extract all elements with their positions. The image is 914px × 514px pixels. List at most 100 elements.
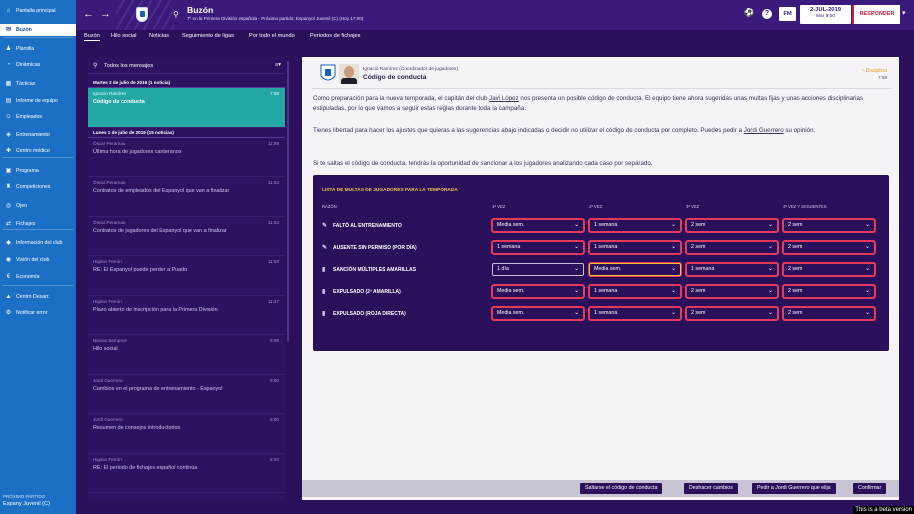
fine-value: 1 semana [594,222,618,228]
fine-dropdown[interactable]: 2 sem ⌄ [783,219,875,232]
search-icon[interactable]: ⚲ [93,62,97,69]
sidebar-item-competitions[interactable]: ♜ Competiciones [0,181,76,193]
chevron-down-icon: ⌄ [573,244,579,250]
fine-dropdown[interactable]: 1 semana ⌄ [589,285,681,298]
skip-code-button[interactable]: Saltarse el código de conducta [580,483,663,494]
fine-value: 2 sem [788,266,803,272]
fm-menu-button[interactable]: FM [779,7,796,21]
fine-dropdown[interactable]: 1 semana ⌄ [686,263,778,276]
sidebar-item-inbox[interactable]: ✉ Buzón [0,24,76,36]
tab-inbox[interactable]: Buzón [84,33,100,41]
list-item[interactable]: Óscar Perarnau Contratos de jugadores del… [88,217,285,256]
list-item-selected[interactable]: Ignacio Ramírez Código de conducta 7:59 [88,88,285,128]
message-title: Código de conducta [363,74,427,81]
message-content: Ignacio Ramírez (Coordinador de jugadore… [302,57,899,500]
fine-dropdown[interactable]: Media sem. ⌄ [589,263,681,276]
chevron-down-icon: ⌄ [573,266,579,272]
ask-assistant-button[interactable]: Pedir a Jordi Guerrero que elija [752,483,836,494]
fine-dropdown[interactable]: 1 semana ⌄ [492,241,584,254]
avatar[interactable] [339,64,359,84]
list-item[interactable]: Nieves Sempere Hilo social 9:06 [88,335,285,375]
sidebar-item-club-vision[interactable]: ◉ Visión del club [0,254,76,266]
development-icon: ▲ [5,293,12,300]
sidebar-item-finances[interactable]: € Economía [0,271,76,283]
sidebar-item-medical[interactable]: ✚ Centro médico [0,145,76,157]
filter-menu-icon[interactable]: ≡▾ [275,62,281,68]
fine-dropdown[interactable]: 2 sem ⌄ [686,219,778,232]
sidebar-item-dynamics[interactable]: ◔ Dinámicas [0,59,76,71]
respond-button[interactable]: RESPONDER [852,5,900,24]
sidebar-item-schedule[interactable]: ▣ Programa [0,165,76,177]
fine-dropdown[interactable]: 2 sem ⌄ [686,241,778,254]
sidebar-item-report[interactable]: ▤ Informe de equipo [0,95,76,107]
sidebar-item-home[interactable]: ⌂ Pantalla principal [0,5,76,17]
column-header: 2ª vez [589,204,603,209]
fine-dropdown[interactable]: 2 sem ⌄ [686,285,778,298]
message-time: 11:50 [267,259,279,264]
sidebar-divider [3,285,73,286]
sidebar-item-club-info[interactable]: ◆ Información del club [0,237,76,249]
chevron-down-icon: ⌄ [864,244,870,250]
player-link[interactable]: Javi López [489,95,519,102]
fine-dropdown[interactable]: 1 semana ⌄ [589,241,681,254]
message-subject: Contratos de empleados del Espanyol que … [93,188,230,194]
message-sender: Higinio Ferrón [93,456,122,462]
fine-dropdown[interactable]: Media sem. ⌄ [492,285,584,298]
list-item[interactable]: Jordi Guerrero Cambios en el programa de … [88,375,285,414]
fine-dropdown[interactable]: Media sem. ⌄ [492,307,584,320]
sidebar-item-training[interactable]: ◈ Entrenamiento [0,129,76,141]
fine-dropdown[interactable]: Media sem. ⌄ [492,219,584,232]
list-item[interactable]: Higinio Ferrón RE: El Espanyol puede perd… [88,256,285,296]
sidebar-item-development[interactable]: ▲ Centro Desarr. [0,291,76,303]
undo-changes-button[interactable]: Deshacer cambios [684,483,738,494]
list-item[interactable]: Óscar Perarnau Última hora de jugadores c… [88,138,285,177]
fine-dropdown[interactable]: 1 semana ⌄ [589,307,681,320]
sidebar-item-staff[interactable]: ☺ Empleados [0,111,76,123]
sidebar-item-tactics[interactable]: ▦ Tácticas [0,78,76,90]
fine-value: 2 sem [691,244,706,250]
forward-arrow-icon[interactable]: → [100,8,111,20]
beta-notice: This is a beta version [853,506,914,514]
sidebar-item-squad[interactable]: ♟ Plantilla [0,43,76,55]
list-item[interactable]: Jordi Guerrero Resumen de consejos introd… [88,414,285,454]
tab-transfer-windows[interactable]: Periodos de fichajes [310,33,360,39]
next-match-team[interactable]: Espany Juvenil (C) [3,501,50,507]
chevron-down-icon[interactable]: ▾ [902,9,906,17]
tab-league-tracking[interactable]: Seguimiento de ligas [182,33,234,39]
tab-bar: Buzón Hilo social Noticias Seguimiento d… [76,30,914,44]
list-item[interactable]: Higinio Ferrón RE: El periodo de fichajes… [88,454,285,493]
fine-value: 1 día [497,266,509,272]
help-icon[interactable]: ? [762,9,772,19]
message-subject: Resumen de consejos introductorios [93,425,181,431]
tab-world[interactable]: Por todo el mundo [249,33,295,39]
message-from[interactable]: Ignacio Ramírez (Coordinador de jugadore… [363,67,458,72]
message-filter-label[interactable]: Todos los mensajes [104,63,153,69]
fine-dropdown[interactable]: 2 sem ⌄ [783,285,875,298]
tab-social[interactable]: Hilo social [111,33,137,39]
zoom-icon[interactable]: ⚲ [173,10,179,19]
sidebar: ⌂ Pantalla principal ✉ Buzón ♟ Plantilla ◔ Diná… [0,0,76,514]
chevron-down-icon: ⌄ [767,266,773,272]
tab-news[interactable]: Noticias [149,33,169,39]
back-arrow-icon[interactable]: ← [83,8,94,20]
team-talk-icon[interactable]: ⚽ [744,8,754,17]
sidebar-item-scouting[interactable]: ◎ Ojeo [0,200,76,212]
list-item[interactable]: Higinio Ferrón Plazo abierto de inscripci… [88,296,285,335]
message-subject: RE: El periodo de fichajes español conti… [93,464,198,471]
fine-dropdown[interactable]: 1 semana ⌄ [589,219,681,232]
date-display[interactable]: 2-JUL-2019 Mar 8:00 [800,5,851,24]
competitions-icon: ♜ [5,183,12,190]
staff-link[interactable]: Jordi Guerrero [744,127,784,134]
message-sender: Jordi Guerrero [93,417,123,422]
fine-dropdown[interactable]: 2 sem ⌄ [783,241,875,254]
confirm-button[interactable]: Confirmar [853,483,887,494]
sidebar-item-bug-report[interactable]: ⚙ Notificar error [0,307,76,319]
fine-dropdown[interactable]: 1 día ⌄ [492,263,584,276]
fine-dropdown[interactable]: 2 sem ⌄ [783,263,875,276]
message-subject: RE: El Espanyol puede perder a Puado [93,267,188,273]
message-list-scrollbar[interactable] [287,61,289,341]
fine-dropdown[interactable]: 2 sem ⌄ [783,307,875,320]
club-crest-icon[interactable] [136,7,148,22]
fine-dropdown[interactable]: 2 sem ⌄ [686,307,778,320]
list-item[interactable]: Óscar Perarnau Contratos de empleados del… [88,177,285,217]
